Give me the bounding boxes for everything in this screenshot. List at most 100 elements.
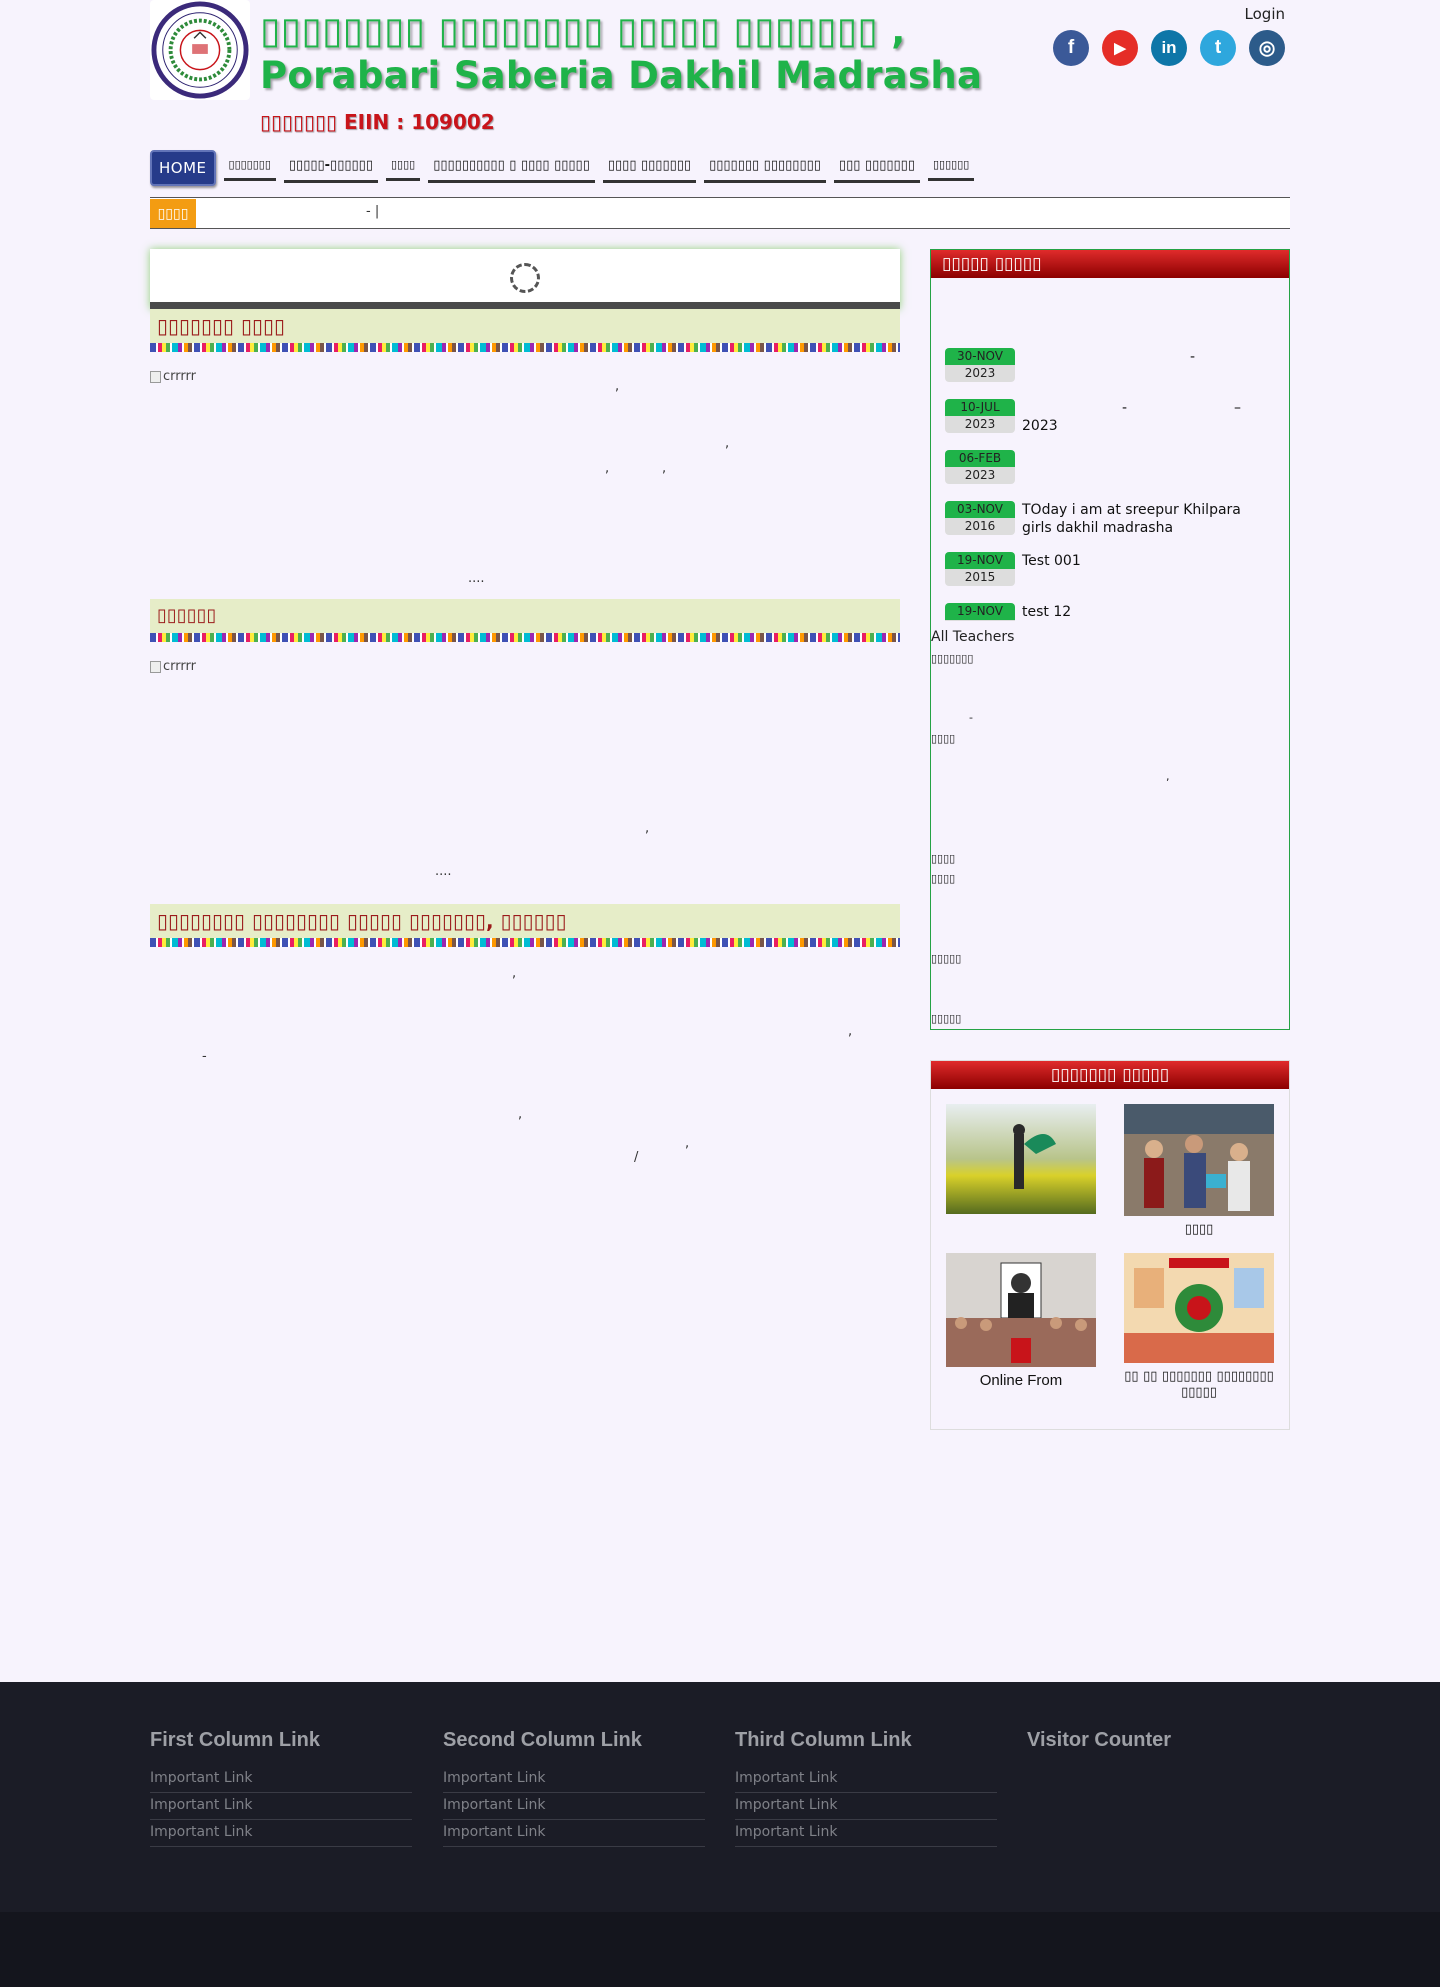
footer-column-title: Third Column Link — [735, 1729, 912, 1751]
login-link[interactable]: Login — [1245, 5, 1285, 23]
footer-column-title: Visitor Counter — [1027, 1729, 1172, 1751]
text-fragment: – — [1234, 400, 1241, 416]
news-date-year: 2023 — [945, 416, 1015, 433]
news-text[interactable]: - – 2023 — [1022, 399, 1262, 435]
news-date-day: 19-NOV — [945, 603, 1015, 620]
news-date-day: 19-NOV — [945, 552, 1015, 569]
ticker-text[interactable]: - | — [366, 204, 379, 219]
nav-item-5[interactable]: ▯▯▯▯ ▯▯▯▯▯▯▯ — [602, 150, 697, 183]
facebook-icon[interactable]: f — [1053, 30, 1089, 66]
news-text[interactable]: - — [1190, 348, 1430, 366]
instagram-icon[interactable]: ◎ — [1249, 30, 1285, 66]
gallery-item[interactable]: ▯▯ ▯▯ ▯▯▯▯▯▯▯ ▯▯▯▯▯▯▯▯ ▯▯▯▯▯ — [1124, 1253, 1274, 1401]
news-date: 30-NOV 2023 — [945, 348, 1015, 382]
text-fragment: , — [615, 379, 620, 394]
gallery-item[interactable]: Online From — [946, 1253, 1096, 1389]
notice-board: ▯▯▯▯▯ ▯▯▯▯▯ 30-NOV 2023 - 10-JUL 2023 - –20… — [930, 249, 1290, 1030]
footer-bottom-bar — [0, 1912, 1440, 1987]
footer-column-3: Third Column Link Important Link Importa… — [735, 1729, 997, 1847]
text-fragment: , — [848, 1024, 853, 1039]
read-more-link[interactable]: .... — [468, 571, 485, 586]
footer-column-title: Second Column Link — [443, 1729, 642, 1751]
news-text[interactable]: TOday i am at sreepur Khilpara girls dak… — [1022, 501, 1262, 537]
section-about: ▯▯▯▯▯▯ crrrrr , .... — [150, 599, 900, 904]
footer-column-2: Second Column Link Important Link Import… — [443, 1729, 705, 1847]
main-nav: HOME ▯▯▯▯▯▯▯ ▯▯▯▯▯-▯▯▯▯▯▯ ▯▯▯▯ ▯▯▯▯▯▯▯▯▯… — [150, 150, 975, 186]
news-date-day: 30-NOV — [945, 348, 1015, 365]
gallery-photo-field[interactable] — [946, 1104, 1096, 1214]
teacher-name[interactable]: ▯▯▯▯▯ — [931, 952, 961, 965]
photo-gallery-title: ▯▯▯▯▯▯▯ ▯▯▯▯▯ — [931, 1061, 1289, 1089]
news-item[interactable]: 19-NOV2015 test 12 — [945, 603, 1275, 621]
linkedin-icon[interactable]: in — [1151, 30, 1187, 66]
text-fragment: , — [725, 436, 730, 451]
news-date-day: 10-JUL — [945, 399, 1015, 416]
footer-link[interactable]: Important Link — [443, 1820, 705, 1847]
news-date: 19-NOV2015 — [945, 552, 1015, 586]
teacher-name[interactable]: ▯▯▯▯ — [931, 872, 955, 885]
sidebar: ▯▯▯▯▯ ▯▯▯▯▯ 30-NOV 2023 - 10-JUL 2023 - –20… — [930, 249, 1290, 1430]
news-date-year: 2023 — [945, 365, 1015, 382]
footer-link[interactable]: Important Link — [735, 1793, 997, 1820]
nav-item-2[interactable]: ▯▯▯▯▯-▯▯▯▯▯▯ — [283, 150, 378, 183]
gallery-photo-group[interactable] — [946, 1253, 1096, 1367]
news-text-line: 2023 — [1022, 418, 1058, 434]
teacher-name[interactable]: ▯▯▯▯ — [931, 732, 955, 745]
footer-link[interactable]: Important Link — [150, 1820, 412, 1847]
broken-image-icon — [150, 370, 161, 383]
nav-item-1[interactable]: ▯▯▯▯▯▯▯ — [223, 150, 276, 181]
nav-item-4[interactable]: ▯▯▯▯▯▯▯▯▯▯ ▯ ▯▯▯▯ ▯▯▯▯▯ — [428, 150, 595, 183]
news-date-day: 06-FEB — [945, 450, 1015, 467]
text-fragment: , — [605, 461, 610, 476]
image-alt-text: crrrrr — [163, 659, 196, 674]
section-welcome: ▯▯▯▯▯▯▯ ▯▯▯▯ crrrrr , , , , .... — [150, 309, 900, 599]
footer-link[interactable]: Important Link — [443, 1766, 705, 1793]
section-history-title: ▯▯▯▯▯▯▯▯ ▯▯▯▯▯▯▯▯ ▯▯▯▯▯ ▯▯▯▯▯▯▯, ▯▯▯▯▯▯ — [150, 904, 900, 938]
gallery-caption: ▯▯▯▯ — [1184, 1222, 1214, 1237]
footer-link[interactable]: Important Link — [443, 1793, 705, 1820]
section-about-title: ▯▯▯▯▯▯ — [150, 599, 900, 633]
gallery-caption: Online From — [979, 1372, 1063, 1389]
news-text[interactable]: Test 001 — [1022, 552, 1262, 570]
news-date-year: 2016 — [945, 518, 1015, 535]
gallery-item[interactable] — [946, 1104, 1096, 1220]
gallery-item[interactable]: ▯▯▯▯ — [1124, 1104, 1274, 1238]
image-slider[interactable] — [150, 249, 900, 309]
footer-link[interactable]: Important Link — [150, 1793, 412, 1820]
nav-item-6[interactable]: ▯▯▯▯▯▯▯ ▯▯▯▯▯▯▯▯ — [704, 150, 826, 183]
madrasha-logo[interactable] — [150, 0, 250, 100]
about-image: crrrrr — [150, 659, 196, 674]
footer-column-title: First Column Link — [150, 1729, 320, 1751]
news-date: 06-FEB 2023 — [945, 450, 1015, 484]
news-date-year: 2015 — [945, 569, 1015, 586]
youtube-icon[interactable]: ▶ — [1102, 30, 1138, 66]
gallery-photo-poster[interactable] — [1124, 1253, 1274, 1363]
welcome-image: crrrrr — [150, 369, 196, 384]
teacher-name[interactable]: ▯▯▯▯▯▯▯ — [931, 652, 973, 665]
section-history: ▯▯▯▯▯▯▯▯ ▯▯▯▯▯▯▯▯ ▯▯▯▯▯ ▯▯▯▯▯▯▯, ▯▯▯▯▯▯ … — [150, 904, 900, 1165]
decorative-stripe — [150, 633, 900, 642]
read-more-link[interactable]: .... — [435, 864, 452, 879]
gallery-photo-event[interactable] — [1124, 1104, 1274, 1216]
footer-visitor-counter: Visitor Counter — [1027, 1729, 1289, 1766]
site-title-bangla: ▯▯▯▯▯▯▯▯ ▯▯▯▯▯▯▯▯ ▯▯▯▯▯ ▯▯▯▯▯▯▯ , — [260, 9, 906, 52]
all-teachers-link[interactable]: All Teachers — [931, 629, 1014, 645]
nav-item-7[interactable]: ▯▯▯ ▯▯▯▯▯▯▯ — [833, 150, 920, 183]
teacher-name[interactable]: ▯▯▯▯ — [931, 852, 955, 865]
notice-board-title: ▯▯▯▯▯ ▯▯▯▯▯ — [931, 250, 1289, 278]
nav-item-3[interactable]: ▯▯▯▯ — [385, 150, 421, 181]
twitter-icon[interactable]: t — [1200, 30, 1236, 66]
news-text[interactable]: test 12 — [1022, 603, 1262, 621]
footer-link[interactable]: Important Link — [735, 1820, 997, 1847]
main-content: ▯▯▯▯▯▯▯ ▯▯▯▯ crrrrr , , , , .... ▯▯▯▯▯▯ … — [150, 249, 900, 1165]
image-alt-text: crrrrr — [163, 369, 196, 384]
footer-link[interactable]: Important Link — [735, 1766, 997, 1793]
eiin-number: ▯▯▯▯▯▯▯ EIIN : 109002 — [260, 110, 495, 134]
site-title-english: Porabari Saberia Dakhil Madrasha — [260, 54, 983, 97]
teacher-name[interactable]: ▯▯▯▯▯ — [931, 1012, 961, 1025]
nav-item-8[interactable]: ▯▯▯▯▯▯ — [928, 150, 975, 181]
footer-column-1: First Column Link Important Link Importa… — [150, 1729, 412, 1847]
text-fragment: , — [512, 966, 517, 981]
nav-home[interactable]: HOME — [150, 150, 216, 186]
footer-link[interactable]: Important Link — [150, 1766, 412, 1793]
